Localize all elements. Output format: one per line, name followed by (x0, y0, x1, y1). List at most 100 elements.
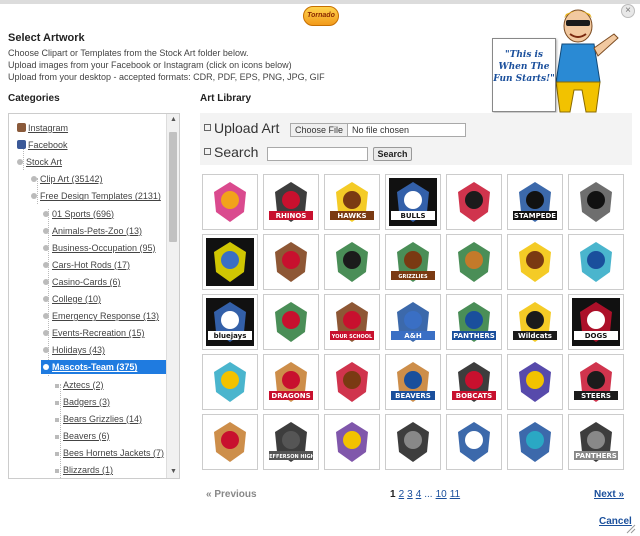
choose-file-button[interactable]: Choose File (291, 124, 349, 136)
facebook-icon[interactable] (17, 140, 26, 150)
instagram-icon[interactable] (17, 123, 26, 132)
art-thumbnail[interactable] (324, 354, 380, 410)
category-item[interactable]: Clip Art (35142) (31, 172, 103, 186)
art-graphic (458, 242, 490, 282)
art-thumbnail[interactable]: DRAGONS (263, 354, 319, 410)
category-item[interactable]: Emergency Response (13) (43, 309, 159, 323)
page-number-link[interactable]: 11 (450, 489, 460, 500)
category-item[interactable]: Bears Grizzlies (14) (55, 412, 142, 426)
art-thumbnail[interactable]: Wildcats (507, 294, 563, 350)
category-item[interactable]: Events-Recreation (15) (43, 326, 145, 340)
art-caption: PANTHERS (453, 332, 495, 340)
category-item[interactable]: Bees Hornets Jackets (7) (55, 446, 164, 460)
category-item[interactable]: Badgers (3) (55, 395, 110, 409)
art-thumbnail[interactable] (568, 174, 624, 230)
art-thumbnail[interactable] (202, 414, 258, 470)
art-preview-image (511, 358, 559, 406)
art-graphic: BULLS (391, 182, 435, 222)
art-thumbnail[interactable] (507, 234, 563, 290)
art-thumbnail[interactable]: HAWKS (324, 174, 380, 230)
category-item[interactable]: Cars-Hot Rods (17) (43, 258, 130, 272)
collapse-icon[interactable] (204, 148, 211, 155)
page-number-link[interactable]: 3 (407, 489, 413, 500)
category-label: Bees Hornets Jackets (7) (63, 447, 165, 458)
category-item[interactable]: Business-Occupation (95) (43, 241, 156, 255)
scroll-up-icon[interactable]: ▲ (167, 114, 179, 126)
art-thumbnail[interactable]: BOBCATS (446, 354, 502, 410)
art-thumbnail[interactable] (446, 414, 502, 470)
art-thumbnail[interactable] (446, 174, 502, 230)
previous-page-link[interactable]: « Previous (206, 489, 257, 500)
category-item[interactable]: Free Design Templates (2131) (31, 189, 161, 203)
art-thumbnail[interactable]: YOUR SCHOOL (324, 294, 380, 350)
art-thumbnail[interactable] (385, 414, 441, 470)
category-item[interactable]: Stock Art (17, 155, 62, 169)
category-scrollbar[interactable]: ▲ ▼ (166, 114, 179, 478)
art-thumbnail[interactable] (202, 234, 258, 290)
category-item[interactable]: Holidays (43) (43, 343, 105, 357)
art-thumbnail[interactable] (263, 294, 319, 350)
dialog-title: Select Artwork (8, 32, 85, 44)
page-number-link[interactable]: 2 (399, 489, 405, 500)
next-page-link[interactable]: Next » (594, 489, 624, 500)
page-number-link[interactable]: 10 (436, 489, 447, 500)
art-thumbnail[interactable] (507, 354, 563, 410)
art-thumbnail[interactable]: DOGS (568, 294, 624, 350)
art-thumbnail[interactable]: BULLS (385, 174, 441, 230)
scroll-down-icon[interactable]: ▼ (167, 466, 179, 478)
category-item[interactable]: 01 Sports (696) (43, 207, 114, 221)
art-thumbnail[interactable] (263, 234, 319, 290)
art-preview-image: BEAVERS (389, 358, 437, 406)
category-tree[interactable]: Instagram Facebook Stock Art Clip Art (3514… (8, 113, 180, 479)
art-thumbnail[interactable]: RHINOS (263, 174, 319, 230)
page-number-link[interactable]: 4 (416, 489, 422, 500)
art-thumbnail[interactable] (568, 234, 624, 290)
file-input[interactable]: Choose File No file chosen (290, 123, 466, 137)
category-item[interactable]: Facebook (17, 138, 68, 152)
close-icon[interactable]: × (621, 4, 635, 18)
mascot-speech-sign: "This is When The Fun Starts!" (492, 38, 556, 112)
art-preview-image: DOGS (572, 298, 620, 346)
art-thumbnail[interactable]: GRIZZLIES (385, 234, 441, 290)
category-item[interactable]: Beavers (6) (55, 429, 110, 443)
scroll-thumb[interactable] (169, 132, 177, 242)
art-thumbnail[interactable] (446, 234, 502, 290)
search-input[interactable] (267, 147, 368, 161)
search-button[interactable]: Search (373, 147, 412, 161)
art-caption: Wildcats (518, 332, 552, 340)
art-thumbnail[interactable]: JEFFERSON HIGH (263, 414, 319, 470)
art-thumbnail[interactable]: A&H (385, 294, 441, 350)
art-thumbnail[interactable]: BEAVERS (385, 354, 441, 410)
art-preview-image: A&H (389, 298, 437, 346)
art-thumbnail[interactable] (202, 354, 258, 410)
art-preview-image (450, 418, 498, 466)
brand-logo: Tornado (303, 6, 339, 26)
art-thumbnail[interactable]: STAMPEDE (507, 174, 563, 230)
art-thumbnail[interactable] (507, 414, 563, 470)
art-caption: RHINOS (276, 212, 307, 220)
category-item[interactable]: College (10) (43, 292, 101, 306)
category-item[interactable]: Animals-Pets-Zoo (13) (43, 224, 142, 238)
art-graphic (580, 242, 612, 282)
art-thumbnail[interactable]: PANTHERS (446, 294, 502, 350)
art-preview-image: STEERS (572, 358, 620, 406)
art-preview-image: GRIZZLIES (389, 238, 437, 286)
category-item[interactable]: Blizzards (1) (55, 463, 113, 477)
art-graphic: BEAVERS (391, 362, 435, 402)
art-thumbnail[interactable] (202, 174, 258, 230)
category-label: Events-Recreation (15) (52, 328, 145, 339)
art-thumbnail[interactable] (324, 234, 380, 290)
art-graphic: YOUR SCHOOL (330, 302, 374, 342)
category-item[interactable]: Mascots-Team (375) (41, 360, 167, 375)
category-item[interactable]: Aztecs (2) (55, 378, 104, 392)
art-thumbnail[interactable]: PANTHERS (568, 414, 624, 470)
art-thumbnail[interactable]: bluejays (202, 294, 258, 350)
resize-grip-icon[interactable] (626, 524, 636, 534)
category-item[interactable]: Casino-Cards (6) (43, 275, 121, 289)
art-thumbnail[interactable]: STEERS (568, 354, 624, 410)
collapse-icon[interactable] (204, 124, 211, 131)
art-graphic: DRAGONS (269, 362, 313, 402)
art-thumbnail[interactable] (324, 414, 380, 470)
search-label: Search (214, 144, 259, 160)
category-item[interactable]: Instagram (17, 121, 68, 135)
